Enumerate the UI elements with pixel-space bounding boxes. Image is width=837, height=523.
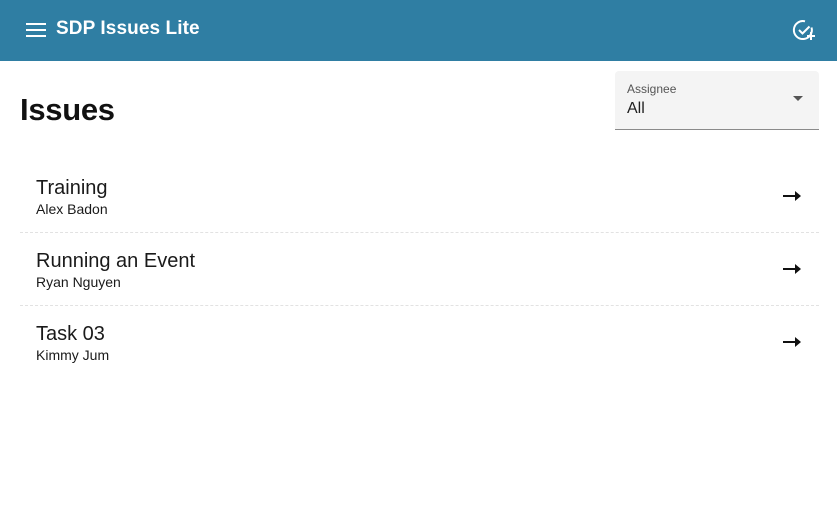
- page-title: Issues: [20, 92, 115, 127]
- issue-assignee: Kimmy Jum: [36, 347, 110, 363]
- issue-title: Task 03: [36, 323, 105, 345]
- arrow-right-icon[interactable]: [783, 263, 801, 275]
- menu-icon[interactable]: [24, 20, 48, 40]
- arrow-right-icon[interactable]: [783, 190, 801, 202]
- issue-title: Training: [36, 177, 108, 199]
- issue-item-training[interactable]: Training Alex Badon: [20, 160, 819, 233]
- issue-item-running-an-event[interactable]: Running an Event Ryan Nguyen: [20, 233, 819, 306]
- issue-list: Training Alex Badon Running an Event Rya…: [20, 160, 819, 379]
- assignee-value: All: [627, 100, 645, 117]
- issue-assignee: Alex Badon: [36, 201, 108, 217]
- chevron-down-icon: [793, 96, 803, 101]
- arrow-right-icon[interactable]: [783, 336, 801, 348]
- issue-item-task-03[interactable]: Task 03 Kimmy Jum: [20, 306, 819, 379]
- add-task-icon[interactable]: [791, 17, 817, 43]
- app-title: SDP Issues Lite: [56, 18, 200, 39]
- issue-title: Running an Event: [36, 250, 196, 272]
- assignee-label: Assignee: [627, 82, 677, 96]
- app-bar: SDP Issues Lite: [0, 0, 837, 61]
- issue-assignee: Ryan Nguyen: [36, 274, 121, 290]
- assignee-select[interactable]: Assignee All: [615, 71, 819, 130]
